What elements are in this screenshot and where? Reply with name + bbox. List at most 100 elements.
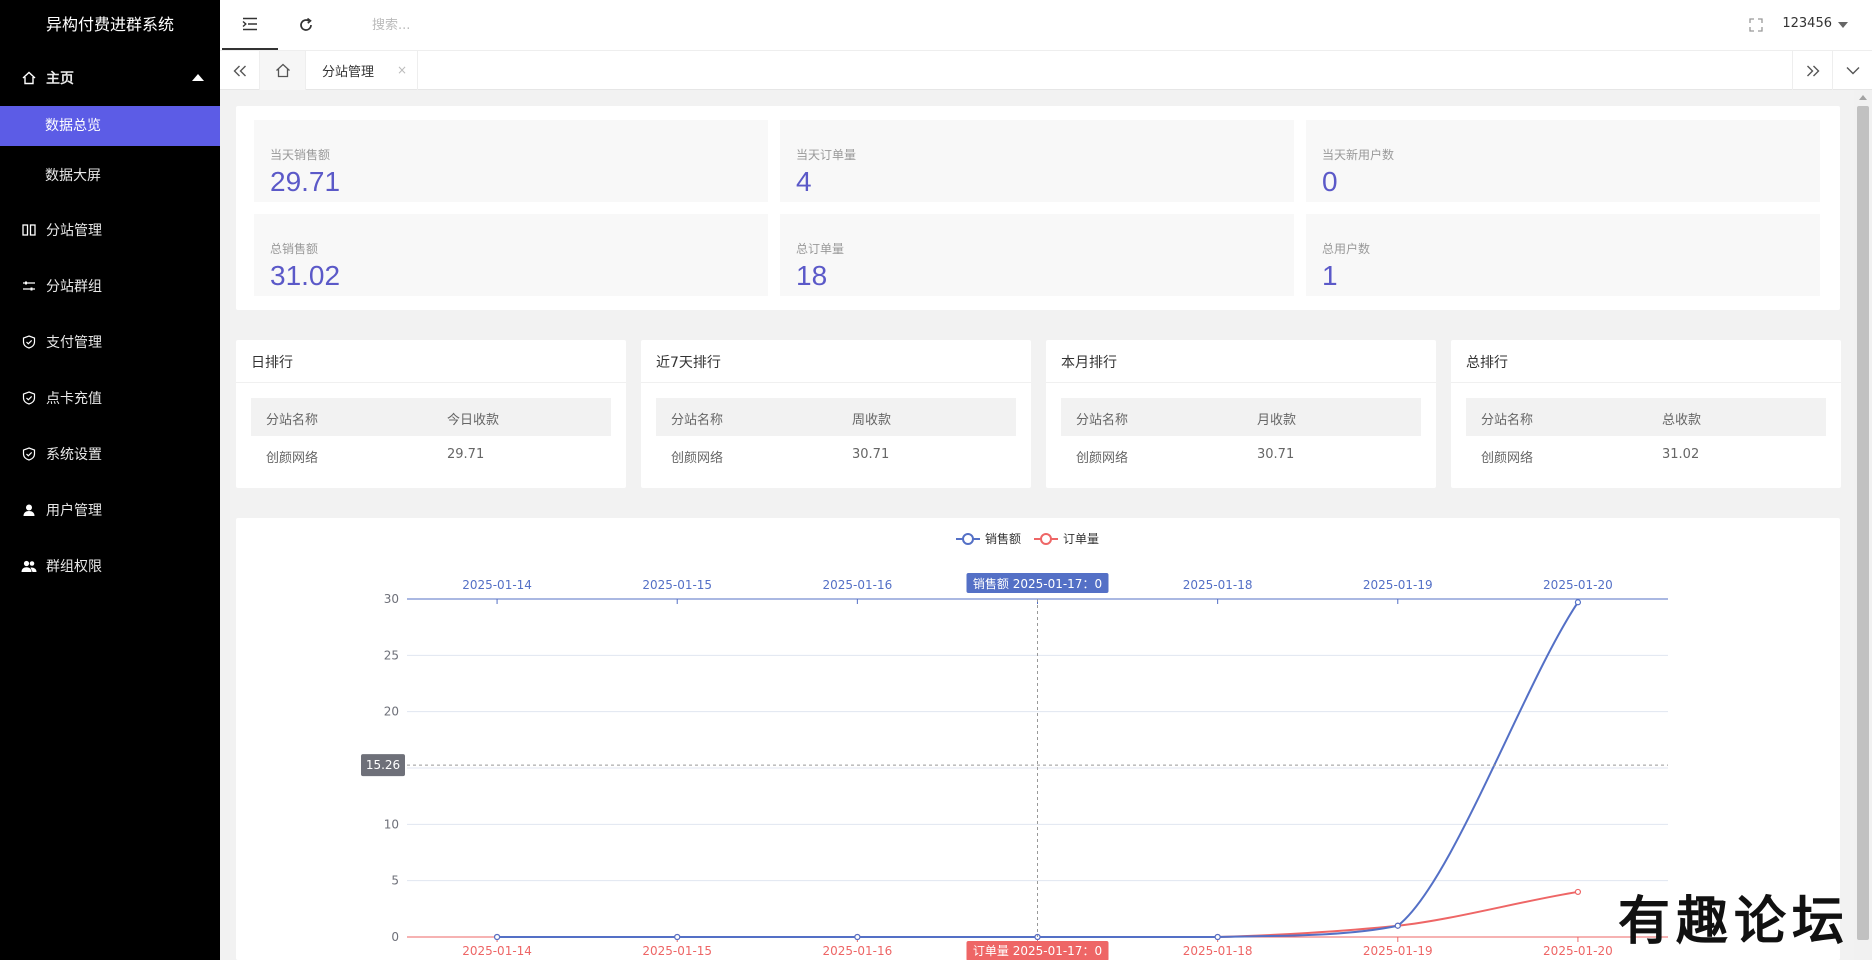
scroll-thumb[interactable] bbox=[1857, 106, 1869, 940]
y-tick-label: 10 bbox=[384, 817, 399, 831]
column-header: 分站名称 bbox=[1481, 413, 1534, 428]
sidebar-subitem-bigscreen[interactable]: 数据大屏 bbox=[0, 156, 220, 196]
data-point bbox=[674, 933, 681, 941]
column-header: 月收款 bbox=[1257, 413, 1297, 428]
stat-value: 4 bbox=[796, 166, 812, 197]
legend-label: 销售额 bbox=[985, 531, 1021, 546]
data-point bbox=[1574, 888, 1582, 896]
sidebar-item-group-permissions[interactable]: 群组权限 bbox=[0, 538, 220, 594]
close-icon[interactable]: × bbox=[397, 63, 407, 77]
y-tick-label: 20 bbox=[384, 705, 399, 719]
ranking-month: 本月排行 分站名称 月收款 创颜网络 30.71 bbox=[1046, 340, 1436, 488]
ranking-title: 近7天排行 bbox=[656, 355, 721, 371]
table-cell: 29.71 bbox=[447, 447, 485, 462]
ranking-7days: 近7天排行 分站名称 周收款 创颜网络 30.71 bbox=[641, 340, 1031, 488]
stat-total-sales: 总销售额 31.02 bbox=[254, 214, 768, 296]
sidebar-item-payment[interactable]: 支付管理 bbox=[0, 314, 220, 370]
table-cell: 30.71 bbox=[852, 447, 890, 462]
chevron-down-icon[interactable] bbox=[1838, 22, 1848, 28]
sidebar-item-recharge[interactable]: 点卡充值 bbox=[0, 370, 220, 426]
sidebar-item-label: 系统设置 bbox=[46, 447, 102, 463]
divider bbox=[1046, 382, 1436, 383]
axis-pointer-label-bottom: 订单量 2025-01-17：0 bbox=[973, 944, 1102, 958]
home-icon bbox=[275, 63, 290, 78]
fullscreen-icon[interactable] bbox=[1748, 17, 1764, 33]
top-header: 123456 bbox=[220, 0, 1872, 50]
tabs-scroll-left-button[interactable] bbox=[220, 51, 260, 90]
sidebar-item-settings[interactable]: 系统设置 bbox=[0, 426, 220, 482]
x-tick-label-bottom: 2025-01-15 bbox=[642, 944, 712, 958]
sidebar-item-home[interactable]: 主页 bbox=[0, 50, 220, 106]
divider bbox=[236, 382, 626, 383]
chevron-up-icon bbox=[192, 74, 204, 81]
sidebar-item-label: 群组权限 bbox=[46, 559, 102, 575]
x-tick-label-bottom: 2025-01-20 bbox=[1543, 944, 1613, 958]
home-icon bbox=[20, 69, 38, 87]
data-point bbox=[854, 933, 861, 941]
ranking-total: 总排行 分站名称 总收款 创颜网络 31.02 bbox=[1451, 340, 1841, 488]
table-cell: 30.71 bbox=[1257, 447, 1295, 462]
sidebar: 异构付费进群系统 主页 数据总览 数据大屏 分站管理 分站群组 支付管理 点卡充… bbox=[0, 0, 220, 960]
page-tabs-bar: 分站管理 × bbox=[220, 50, 1872, 90]
table-cell: 创颜网络 bbox=[1481, 451, 1534, 466]
column-header: 分站名称 bbox=[266, 413, 319, 428]
user-menu[interactable]: 123456 bbox=[1782, 16, 1832, 31]
toggle-sidebar-button[interactable] bbox=[222, 0, 278, 50]
tabs-scroll-right-button[interactable] bbox=[1792, 51, 1832, 90]
column-header: 周收款 bbox=[852, 413, 892, 428]
tab-home[interactable] bbox=[260, 51, 306, 90]
stat-label: 总订单量 bbox=[796, 242, 845, 256]
tabs-menu-button[interactable] bbox=[1832, 51, 1872, 90]
stat-total-orders: 总订单量 18 bbox=[780, 214, 1294, 296]
divider bbox=[1451, 382, 1841, 383]
sidebar-item-label: 点卡充值 bbox=[46, 391, 102, 407]
table-cell: 31.02 bbox=[1662, 447, 1700, 462]
x-tick-label-top: 2025-01-15 bbox=[642, 578, 712, 592]
x-tick-label-top: 2025-01-16 bbox=[822, 578, 892, 592]
table-header: 分站名称 月收款 bbox=[1061, 398, 1421, 436]
stat-label: 当天销售额 bbox=[270, 148, 331, 162]
tab-label: 分站管理 bbox=[322, 65, 375, 80]
ranking-title: 日排行 bbox=[251, 355, 293, 371]
stats-panel: 当天销售额 29.71 当天订单量 4 当天新用户数 0 总销售额 31.02 … bbox=[236, 106, 1840, 310]
table-header: 分站名称 总收款 bbox=[1466, 398, 1826, 436]
axis-pointer-label-y: 15.26 bbox=[366, 758, 400, 772]
axis-pointer-label-top: 销售额 2025-01-17：0 bbox=[973, 576, 1102, 591]
x-tick-label-bottom: 2025-01-14 bbox=[462, 944, 532, 958]
x-tick-label-bottom: 2025-01-18 bbox=[1183, 944, 1253, 958]
ranking-title: 本月排行 bbox=[1061, 355, 1117, 371]
column-header: 今日收款 bbox=[447, 413, 500, 428]
data-point bbox=[1574, 599, 1582, 606]
divider bbox=[641, 382, 1031, 383]
sidebar-subitem-overview[interactable]: 数据总览 bbox=[0, 106, 220, 146]
scroll-up-arrow[interactable] bbox=[1859, 95, 1867, 100]
stat-today-new-users: 当天新用户数 0 bbox=[1306, 120, 1820, 202]
x-tick-label-top: 2025-01-18 bbox=[1183, 578, 1253, 592]
shield-check-icon bbox=[20, 333, 38, 351]
refresh-button[interactable] bbox=[278, 0, 334, 50]
ranking-daily: 日排行 分站名称 今日收款 创颜网络 29.71 bbox=[236, 340, 626, 488]
sidebar-item-substation-groups[interactable]: 分站群组 bbox=[0, 258, 220, 314]
legend-symbol bbox=[962, 533, 974, 545]
user-icon bbox=[20, 501, 38, 519]
page-scrollbar[interactable] bbox=[1854, 90, 1872, 960]
sales-chart-panel: 0510152025302025-01-142025-01-142025-01-… bbox=[236, 518, 1840, 960]
stat-today-orders: 当天订单量 4 bbox=[780, 120, 1294, 202]
y-tick-label: 0 bbox=[391, 930, 399, 944]
refresh-icon bbox=[300, 17, 312, 31]
sales-line-chart[interactable]: 0510152025302025-01-142025-01-142025-01-… bbox=[236, 518, 1840, 960]
tab-substation-management[interactable]: 分站管理 × bbox=[306, 51, 418, 90]
x-tick-label-top: 2025-01-20 bbox=[1543, 578, 1613, 592]
table-header: 分站名称 今日收款 bbox=[251, 398, 611, 436]
stat-value: 29.71 bbox=[270, 166, 341, 197]
users-icon bbox=[20, 557, 38, 575]
sidebar-item-users[interactable]: 用户管理 bbox=[0, 482, 220, 538]
stat-today-sales: 当天销售额 29.71 bbox=[254, 120, 768, 202]
sidebar-item-substation[interactable]: 分站管理 bbox=[0, 202, 220, 258]
search-input[interactable] bbox=[372, 14, 572, 36]
stat-total-users: 总用户数 1 bbox=[1306, 214, 1820, 296]
shield-check-icon bbox=[20, 445, 38, 463]
sidebar-item-label: 主页 bbox=[46, 71, 74, 87]
x-tick-label-bottom: 2025-01-19 bbox=[1363, 944, 1433, 958]
stat-label: 总用户数 bbox=[1322, 242, 1371, 256]
